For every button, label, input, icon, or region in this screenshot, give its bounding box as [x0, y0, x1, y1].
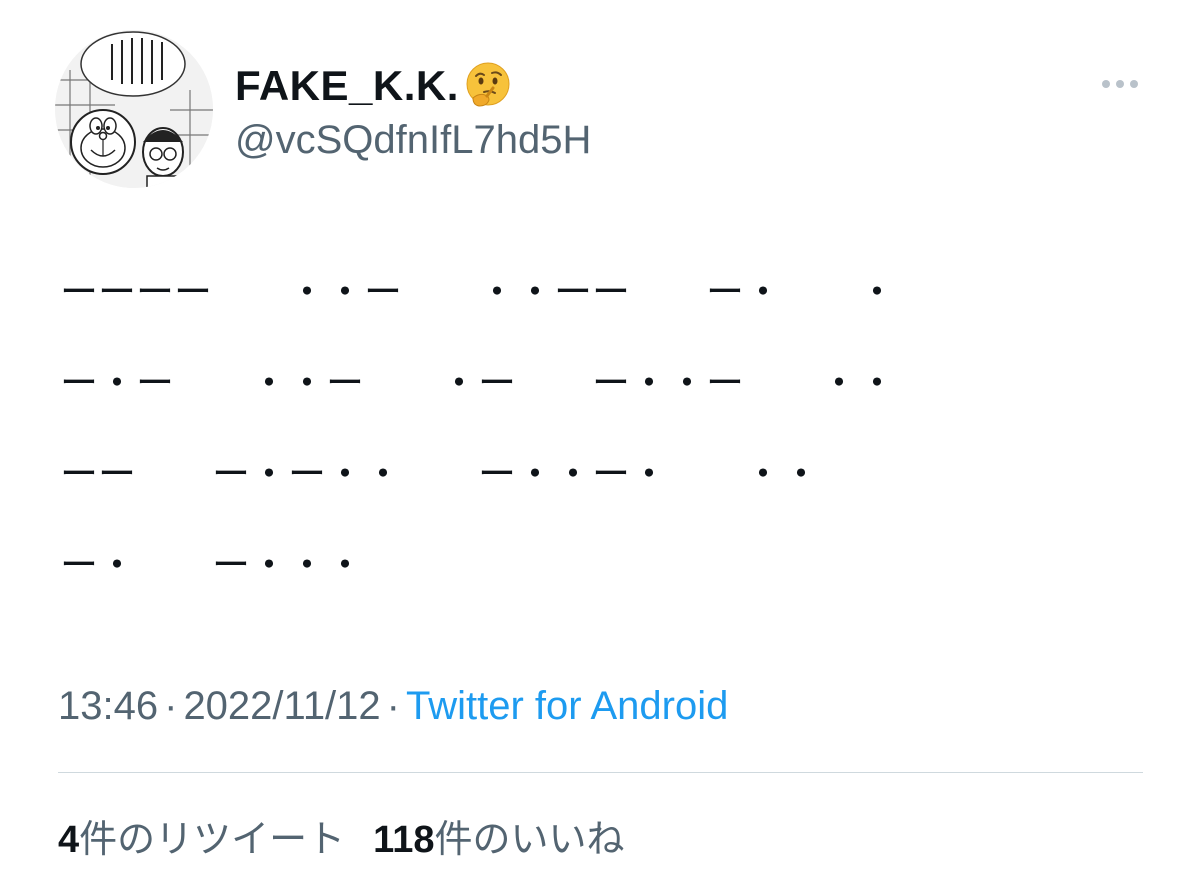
tweet-source-link[interactable]: Twitter for Android — [406, 684, 728, 728]
tweet-text-line: ーー ー・ー・・ ー・・ー・ ・・ — [60, 452, 821, 496]
divider — [58, 772, 1143, 773]
author-display-name[interactable]: FAKE_K.K. — [235, 60, 513, 110]
retweets-count: 4 — [58, 819, 80, 861]
tweet-text-line: ー・ー ・・ー ・ー ー・・ー ・・ — [60, 361, 897, 405]
thinking-face-icon — [466, 62, 510, 107]
tweet-text: ーーーー ・・ー ・・ーー ー・ ・ ー・ー ・・ー ・ー ー・・ー ・・ ーー… — [60, 255, 1160, 619]
tweet-date[interactable]: 2022/11/12 — [183, 684, 380, 728]
retweets-label: 件のリツイート — [79, 819, 346, 861]
meta-separator: · — [386, 684, 400, 728]
likes-count: 118 — [373, 819, 435, 861]
tweet-text-line: ー・ ー・・・ — [60, 543, 365, 587]
meta-separator: · — [164, 684, 178, 728]
likes-stat[interactable]: 118件のいいね — [373, 808, 624, 863]
avatar-image — [55, 30, 213, 188]
more-options-button[interactable] — [1094, 68, 1146, 100]
likes-label: 件のいいね — [434, 819, 625, 861]
tweet-metadata: 13:46 · 2022/11/12 · Twitter for Android — [58, 684, 728, 729]
tweet-time[interactable]: 13:46 — [58, 684, 158, 728]
tweet-stats: 4件のリツイート 118件のいいね — [58, 808, 624, 863]
retweets-stat[interactable]: 4件のリツイート — [58, 808, 345, 863]
avatar[interactable] — [55, 30, 213, 188]
more-horizontal-icon — [1102, 80, 1138, 88]
display-name-text: FAKE_K.K. — [235, 62, 459, 109]
tweet-text-line: ーーーー ・・ー ・・ーー ー・ ・ — [60, 270, 897, 314]
author-handle[interactable]: @vcSQdfnIfL7hd5H — [235, 118, 591, 163]
